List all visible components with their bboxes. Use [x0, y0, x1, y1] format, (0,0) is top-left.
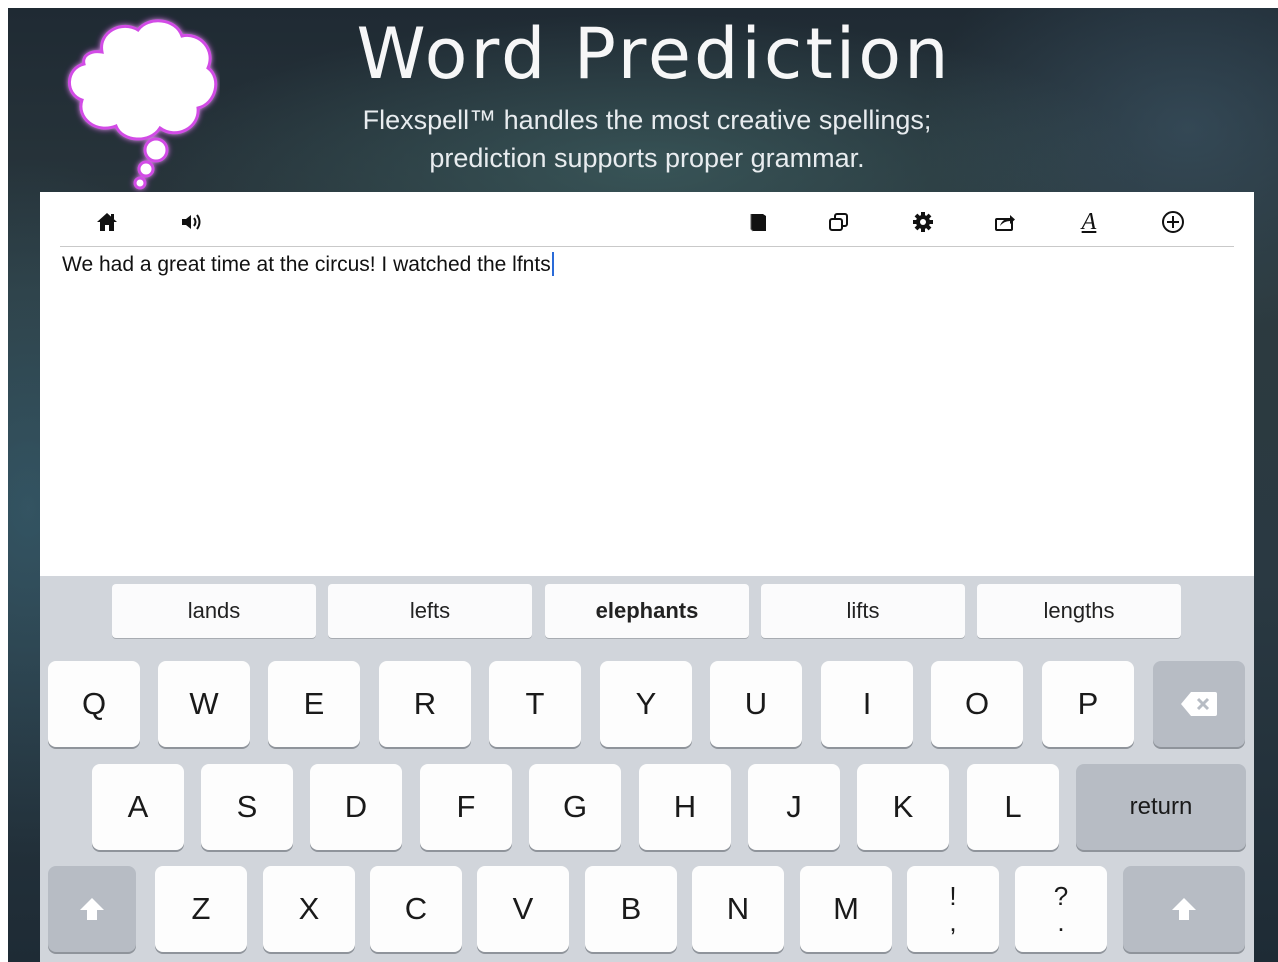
key-e[interactable]: E [268, 661, 360, 747]
key-p[interactable]: P [1042, 661, 1134, 747]
shift-icon [80, 898, 104, 920]
document-text: We had a great time at the circus! I wat… [62, 253, 551, 276]
prediction-5[interactable]: lengths [977, 584, 1181, 638]
key-i[interactable]: I [821, 661, 913, 747]
home-icon[interactable] [94, 209, 120, 235]
key-g[interactable]: G [529, 764, 621, 850]
add-icon[interactable] [1160, 209, 1186, 235]
prediction-1[interactable]: lands [112, 584, 316, 638]
question-label: ? [1053, 881, 1069, 911]
text-caret [551, 252, 554, 276]
copy-icon[interactable] [826, 209, 852, 235]
gear-icon[interactable] [910, 209, 936, 235]
speaker-icon[interactable] [180, 209, 206, 235]
subtitle-line-2: prediction supports proper grammar. [429, 143, 865, 173]
key-m[interactable]: M [800, 866, 892, 952]
key-z[interactable]: Z [155, 866, 247, 952]
key-s[interactable]: S [201, 764, 293, 850]
prediction-4[interactable]: lifts [761, 584, 965, 638]
key-k[interactable]: K [857, 764, 949, 850]
shift-icon [1172, 898, 1196, 920]
prediction-3[interactable]: elephants [545, 584, 749, 638]
key-l[interactable]: L [967, 764, 1059, 850]
editor-toolbar: A [60, 192, 1234, 247]
book-icon[interactable] [745, 209, 771, 235]
font-icon[interactable]: A [1076, 209, 1102, 235]
comma-label: , [949, 907, 957, 937]
key-v[interactable]: V [477, 866, 569, 952]
key-n[interactable]: N [692, 866, 784, 952]
key-d[interactable]: D [310, 764, 402, 850]
key-b[interactable]: B [585, 866, 677, 952]
left-shift-key[interactable] [48, 866, 136, 952]
backspace-icon [1181, 692, 1217, 716]
key-f[interactable]: F [420, 764, 512, 850]
key-a[interactable]: A [92, 764, 184, 850]
key-y[interactable]: Y [600, 661, 692, 747]
page-title: Word Prediction [356, 13, 952, 95]
key-t[interactable]: T [489, 661, 581, 747]
share-icon[interactable] [992, 209, 1018, 235]
key-x[interactable]: X [263, 866, 355, 952]
key-u[interactable]: U [710, 661, 802, 747]
key-question-period[interactable]: ?. [1015, 866, 1107, 952]
editor-panel: A We had a great time at the circus! I w… [40, 192, 1254, 576]
right-shift-key[interactable] [1123, 866, 1245, 952]
exclaim-label: ! [949, 881, 957, 911]
app-frame: Word Prediction Flexspell™ handles the m… [0, 0, 1278, 962]
key-r[interactable]: R [379, 661, 471, 747]
return-key[interactable]: return [1076, 764, 1246, 850]
backspace-key[interactable] [1153, 661, 1245, 747]
key-w[interactable]: W [158, 661, 250, 747]
key-o[interactable]: O [931, 661, 1023, 747]
key-exclaim-comma[interactable]: !, [907, 866, 999, 952]
key-c[interactable]: C [370, 866, 462, 952]
prediction-2[interactable]: lefts [328, 584, 532, 638]
on-screen-keyboard: lands lefts elephants lifts lengths Q W … [40, 576, 1254, 962]
key-q[interactable]: Q [48, 661, 140, 747]
key-j[interactable]: J [748, 764, 840, 850]
document-text-area[interactable]: We had a great time at the circus! I wat… [62, 252, 554, 277]
subtitle-line-1: Flexspell™ handles the most creative spe… [362, 105, 932, 135]
period-label: . [1057, 907, 1065, 937]
key-h[interactable]: H [639, 764, 731, 850]
